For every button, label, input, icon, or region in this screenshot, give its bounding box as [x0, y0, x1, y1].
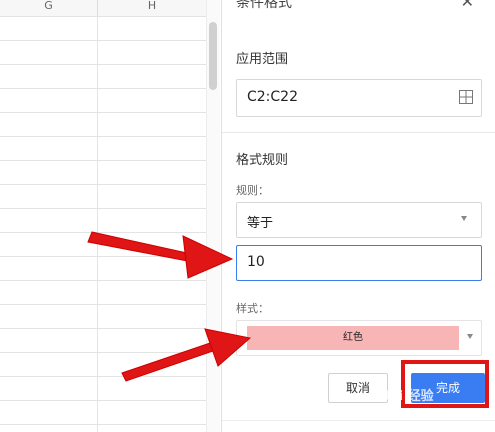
rule-label: 规则：	[236, 184, 269, 197]
rule-value-text: 10	[247, 254, 265, 270]
rule-value-input[interactable]: 10	[236, 245, 482, 281]
range-input[interactable]: C2:C22	[236, 79, 482, 117]
column-header-h[interactable]: H	[98, 0, 207, 17]
range-value: C2:C22	[247, 89, 298, 105]
panel-title: 条件格式	[236, 0, 292, 11]
rules-section-label: 格式规则	[236, 153, 289, 168]
rule-select[interactable]: 等于	[236, 202, 482, 238]
divider	[222, 132, 495, 133]
range-select-icon[interactable]	[459, 90, 473, 104]
cell-grid[interactable]	[0, 16, 206, 432]
chevron-down-icon	[467, 334, 473, 339]
style-select[interactable]: 红色	[236, 320, 482, 356]
rule-selected-value: 等于	[247, 216, 274, 231]
watermark: Bai 经验	[380, 389, 434, 404]
range-section-label: 应用范围	[236, 52, 289, 67]
vertical-scrollbar[interactable]	[206, 0, 220, 432]
spreadsheet-area: G H	[0, 0, 220, 432]
divider	[222, 420, 495, 421]
close-icon[interactable]: ✕	[461, 0, 474, 11]
style-preview: 红色	[247, 326, 459, 350]
scrollbar-thumb[interactable]	[209, 22, 217, 90]
style-label: 样式：	[236, 302, 269, 315]
column-header-g[interactable]: G	[0, 0, 98, 17]
chevron-down-icon	[461, 216, 467, 221]
cancel-button[interactable]: 取消	[328, 373, 388, 403]
